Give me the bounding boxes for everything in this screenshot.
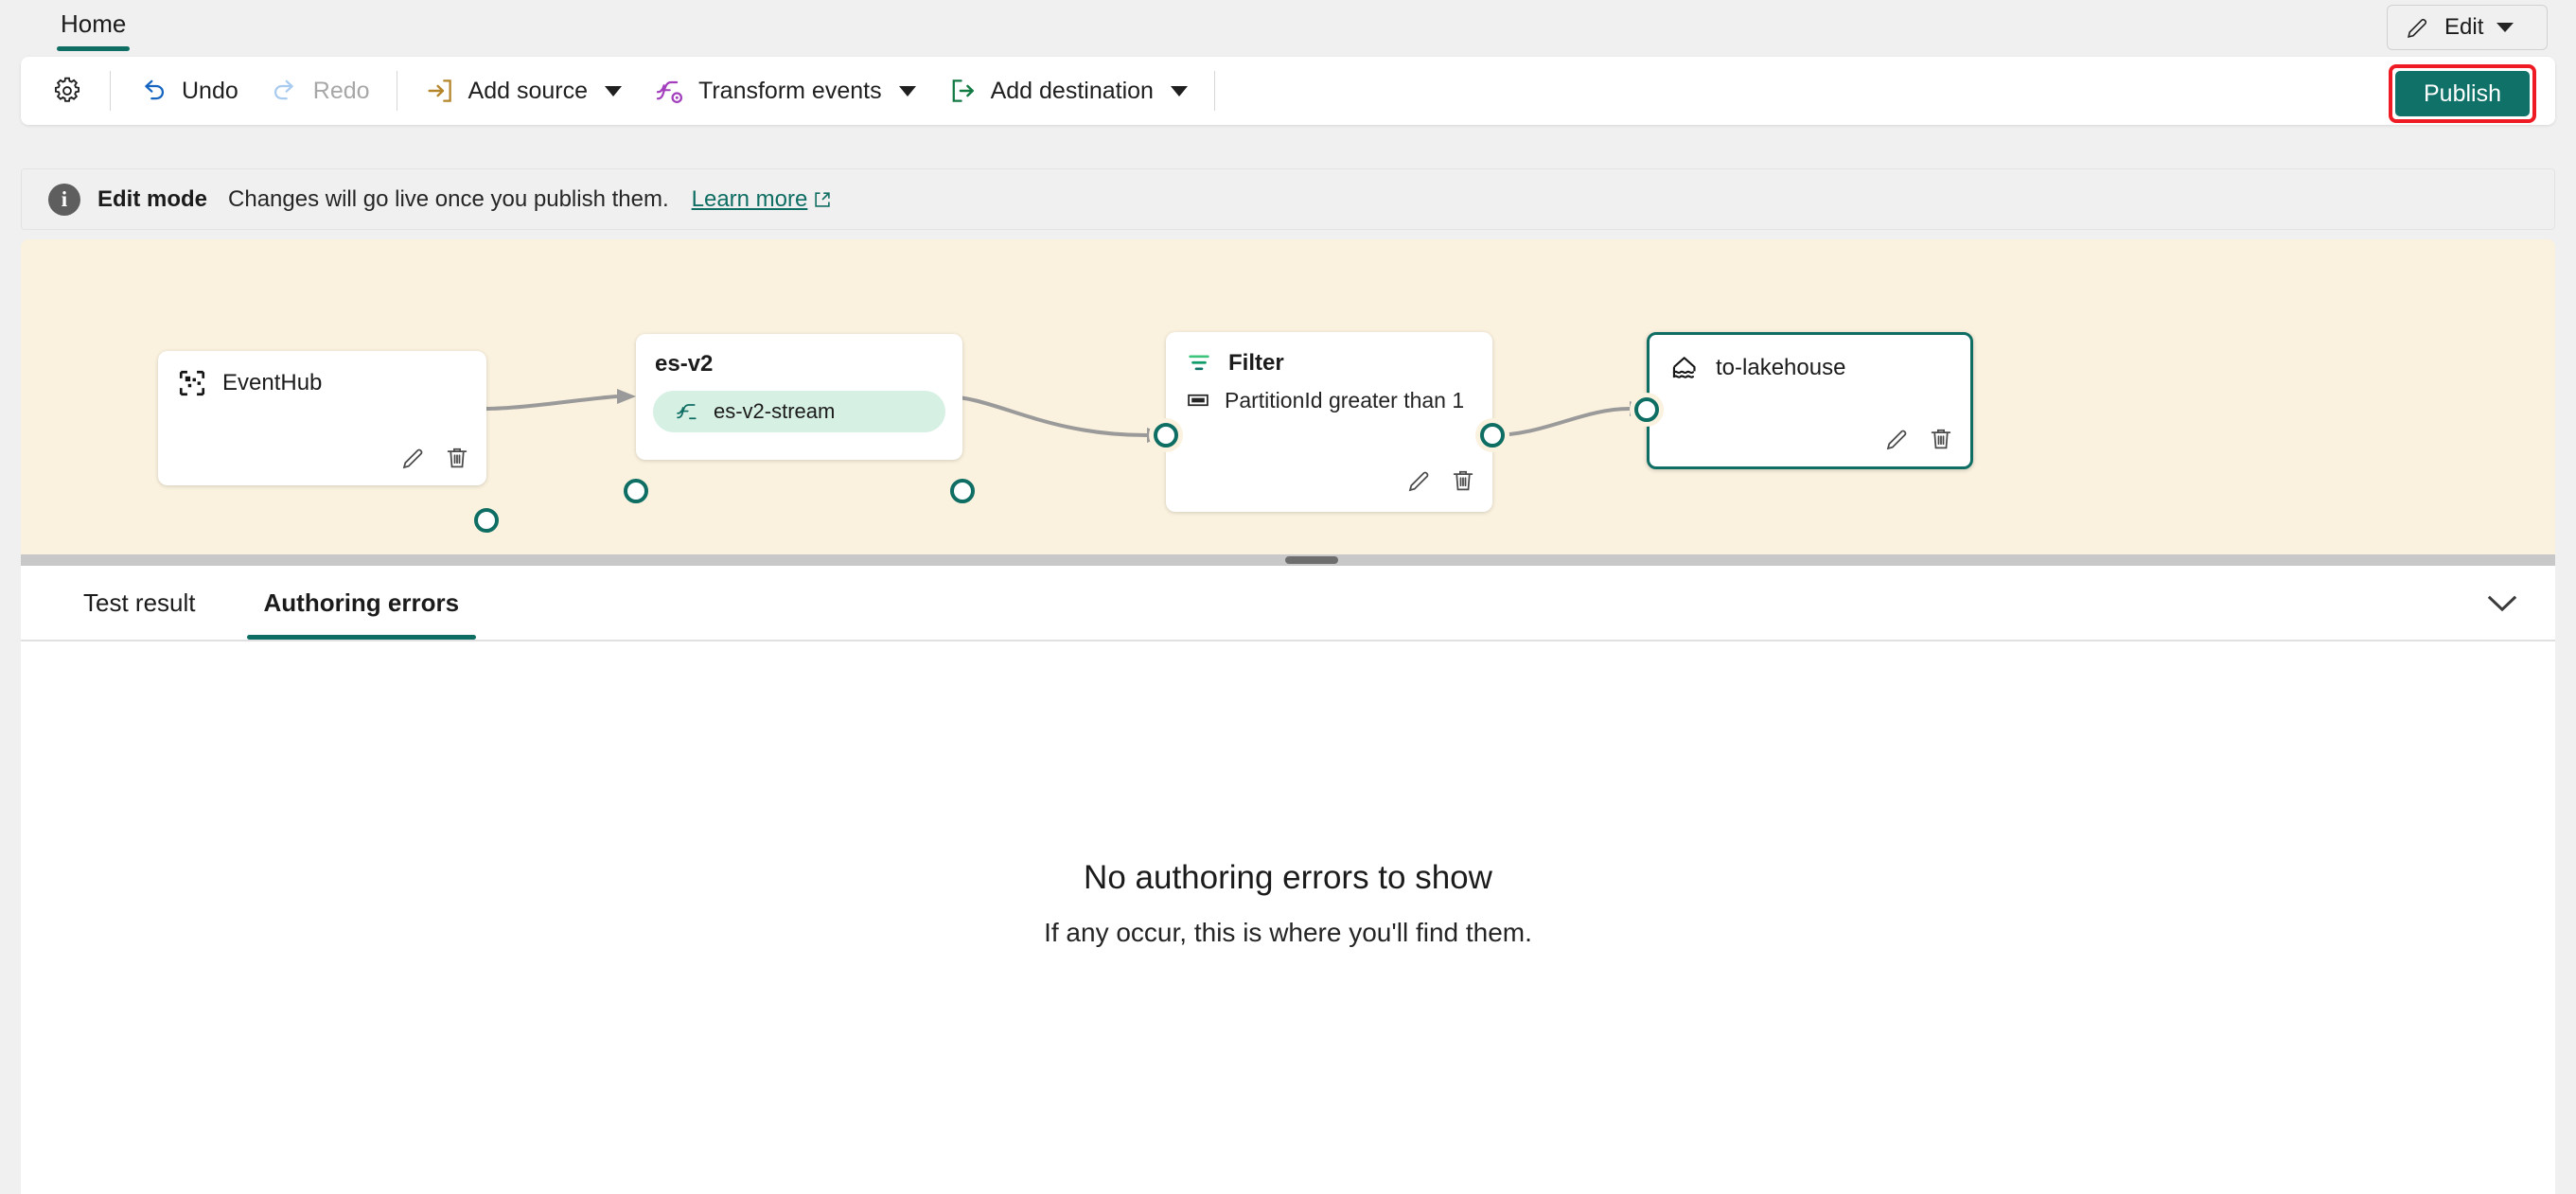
empty-state-title: No authoring errors to show xyxy=(1084,859,1492,896)
add-destination-icon xyxy=(952,79,974,102)
redo-arrow-icon xyxy=(273,79,293,100)
node-header: Filter xyxy=(1166,332,1492,378)
edit-mode-banner: i Edit mode Changes will go live once yo… xyxy=(21,168,2555,230)
toolbar-divider xyxy=(1213,71,1215,111)
lakehouse-icon xyxy=(1672,357,1696,378)
add-source-button-label: Add source xyxy=(468,77,588,104)
node-stream-pill[interactable]: es-v2-stream xyxy=(653,391,945,432)
node-title: to-lakehouse xyxy=(1716,355,1846,380)
eventstream-icon xyxy=(677,404,697,420)
transform-events-button[interactable]: Transform events xyxy=(637,64,931,117)
filter-icon xyxy=(1189,355,1209,371)
node-header: es-v2 xyxy=(636,334,962,378)
add-source-icon xyxy=(427,79,451,102)
node-input-port[interactable] xyxy=(1634,397,1659,422)
edit-mode-banner-title: Edit mode xyxy=(97,185,208,212)
delete-trash-icon[interactable] xyxy=(1449,466,1477,495)
edit-pencil-icon[interactable] xyxy=(399,444,428,472)
edit-mode-button[interactable]: Edit xyxy=(2387,5,2548,50)
node-subtitle: PartitionId greater than 1 xyxy=(1225,387,1465,413)
canvas-node-es-v2[interactable]: es-v2 es-v2-stream xyxy=(624,334,975,503)
bottom-panel-tabs: Test result Authoring errors xyxy=(21,566,2555,641)
node-output-port[interactable] xyxy=(1480,423,1505,448)
publish-button[interactable]: Publish xyxy=(2395,71,2530,116)
eventstream-canvas[interactable]: EventHub es-v2 es-v2-stream Filter Parti… xyxy=(21,239,2555,554)
toolbar-divider xyxy=(110,71,111,111)
chevron-down-icon xyxy=(1170,85,1188,97)
node-action-group xyxy=(1405,466,1477,495)
panel-splitter[interactable] xyxy=(21,554,2555,566)
edit-pencil-icon[interactable] xyxy=(1405,466,1434,495)
node-input-port[interactable] xyxy=(624,479,648,503)
node-action-group xyxy=(1883,425,1955,453)
edit-mode-button-label: Edit xyxy=(2444,14,2484,40)
chevron-down-icon xyxy=(898,85,916,97)
canvas-node-filter[interactable]: Filter PartitionId greater than 1 xyxy=(1154,332,1505,512)
node-subtitle-row: PartitionId greater than 1 xyxy=(1166,378,1492,413)
empty-state: No authoring errors to show If any occur… xyxy=(21,859,2555,948)
node-title: Filter xyxy=(1228,350,1284,376)
tab-test-result[interactable]: Test result xyxy=(66,566,213,640)
node-title: EventHub xyxy=(222,370,323,395)
chevron-down-icon xyxy=(605,85,622,97)
transform-events-icon xyxy=(656,80,683,103)
canvas-node-eventhub[interactable]: EventHub xyxy=(158,351,499,533)
undo-button-label: Undo xyxy=(182,77,238,104)
node-action-group xyxy=(399,444,471,472)
redo-button[interactable]: Redo xyxy=(254,64,385,117)
empty-state-subtitle: If any occur, this is where you'll find … xyxy=(1044,918,1532,947)
undo-arrow-icon xyxy=(145,79,165,100)
node-stream-label: es-v2-stream xyxy=(714,399,836,423)
chevron-down-icon xyxy=(2487,595,2517,612)
gear-icon xyxy=(55,77,79,102)
settings-button[interactable] xyxy=(36,64,98,117)
ribbon-tab-active-underline xyxy=(57,46,131,51)
eventhub-icon xyxy=(179,370,205,396)
canvas-node-to-lakehouse[interactable]: to-lakehouse xyxy=(1634,332,1973,469)
external-link-icon xyxy=(815,191,831,207)
bottom-panel: Test result Authoring errors No authorin… xyxy=(21,566,2555,1194)
command-toolbar: Undo Redo Add source Transform events Ad… xyxy=(21,57,2555,125)
add-destination-button[interactable]: Add destination xyxy=(931,64,1203,117)
redo-button-label: Redo xyxy=(312,77,370,104)
edit-mode-banner-text: Changes will go live once you publish th… xyxy=(228,185,669,212)
node-header: EventHub xyxy=(158,351,486,398)
node-output-port[interactable] xyxy=(950,479,975,503)
learn-more-link-label: Learn more xyxy=(691,185,808,212)
publish-button-highlight: Publish xyxy=(2389,64,2536,123)
ribbon-tab-strip: Home Edit xyxy=(0,0,2576,55)
eventstream-editor-window: Home Edit Undo Redo Add source Transform… xyxy=(0,0,2576,1194)
undo-button[interactable]: Undo xyxy=(122,64,254,117)
pencil-icon xyxy=(2407,18,2427,39)
node-title: es-v2 xyxy=(655,351,714,377)
ribbon-tab-home-label: Home xyxy=(61,9,127,38)
info-icon: i xyxy=(48,183,80,216)
tab-authoring-errors-label: Authoring errors xyxy=(263,588,460,617)
tab-authoring-errors[interactable]: Authoring errors xyxy=(246,566,477,640)
delete-trash-icon[interactable] xyxy=(443,444,471,472)
edit-pencil-icon[interactable] xyxy=(1883,425,1912,453)
node-output-port[interactable] xyxy=(474,508,499,533)
delete-trash-icon[interactable] xyxy=(1927,425,1955,453)
condition-icon xyxy=(1188,394,1209,407)
transform-events-button-label: Transform events xyxy=(698,77,882,104)
node-input-port[interactable] xyxy=(1154,423,1178,448)
tab-test-result-label: Test result xyxy=(83,588,196,617)
add-destination-button-label: Add destination xyxy=(990,77,1154,104)
learn-more-link[interactable]: Learn more xyxy=(692,186,833,213)
splitter-grip[interactable] xyxy=(1285,556,1338,564)
node-header: to-lakehouse xyxy=(1650,335,1970,384)
add-source-button[interactable]: Add source xyxy=(409,64,637,117)
ribbon-tab-home[interactable]: Home xyxy=(45,8,141,53)
collapse-panel-button[interactable] xyxy=(2476,581,2529,626)
caret-down-icon xyxy=(2497,23,2514,32)
